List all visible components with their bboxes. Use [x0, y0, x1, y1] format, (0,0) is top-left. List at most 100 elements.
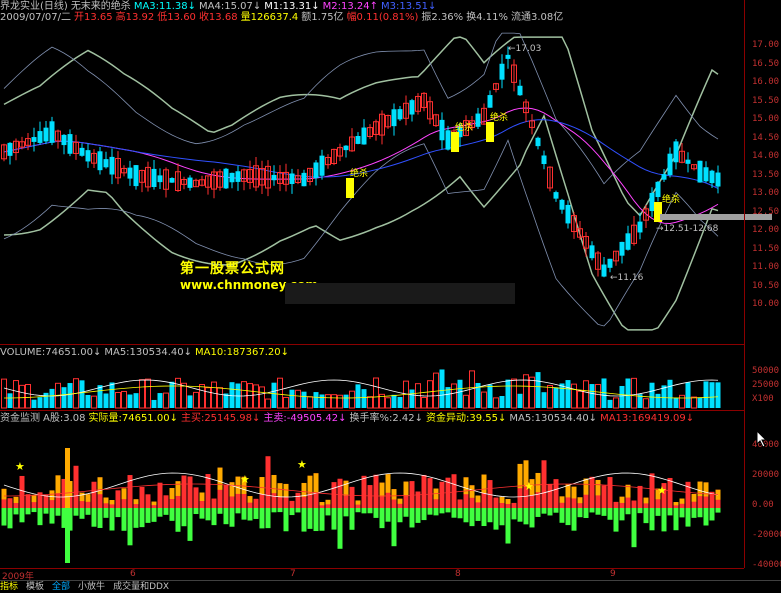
- fund-sell-bar: [583, 508, 589, 519]
- candle-down: [67, 134, 73, 154]
- volume-bar-down: [439, 369, 445, 408]
- candle-down: [343, 145, 349, 151]
- volume-bar-up: [367, 396, 373, 409]
- fund-header-item-1: A股:3.08: [43, 413, 86, 424]
- quote-item-0: 2009/07/07/二: [0, 12, 72, 23]
- volume-bar-down: [667, 379, 673, 408]
- volume-bar-up: [217, 387, 223, 409]
- fund-sell-bar: [523, 508, 529, 525]
- volume-bar-down: [715, 382, 721, 408]
- fund-sell-bar: [253, 508, 259, 519]
- fund-inflow-bar: [55, 475, 61, 494]
- fund-inflow-bar: [469, 485, 475, 498]
- fund-buy-bar: [181, 475, 187, 508]
- candle-down: [709, 170, 715, 184]
- candle-down: [397, 109, 403, 120]
- price-axis-tick: 16.00: [752, 77, 780, 87]
- volume-bar-up: [295, 389, 301, 409]
- fund-inflow-bar: [325, 499, 331, 505]
- fund-sell-bar: [277, 508, 283, 513]
- volume-bar-down: [37, 397, 43, 408]
- fund-buy-bar: [19, 475, 25, 508]
- fund-sell-bar: [481, 508, 487, 527]
- fund-sell-bar: [529, 508, 535, 528]
- volume-bar-up: [1, 378, 7, 409]
- price-axis-tick: 15.00: [752, 114, 780, 124]
- fund-inflow-bar: [133, 499, 139, 505]
- fund-buy-bar: [547, 483, 553, 508]
- fund-sell-bar: [697, 508, 703, 518]
- volume-bar-down: [649, 382, 655, 408]
- volume-bar-up: [325, 394, 331, 409]
- candle-down: [109, 156, 115, 175]
- fund-buy-bar: [361, 475, 367, 508]
- date-axis-tick: 7: [290, 569, 296, 579]
- fund-buy-bar: [295, 492, 301, 508]
- volume-bar-up: [547, 385, 553, 409]
- tab-模板[interactable]: 模板: [26, 582, 44, 592]
- volume-bar-down: [289, 389, 295, 408]
- candle-down: [637, 221, 643, 233]
- main-header-item-0: 界龙实业(日线): [0, 1, 68, 12]
- volume-bar-down: [103, 393, 109, 408]
- candle-down: [49, 121, 55, 143]
- candle-down: [589, 245, 595, 259]
- candle-down: [37, 131, 43, 143]
- candle-down: [361, 127, 367, 145]
- fund-inflow-bar: [463, 477, 469, 495]
- volume-header: VOLUME:74651.00↓ MA5:130534.40↓ MA10:18736…: [0, 347, 292, 358]
- candle-down: [187, 177, 193, 188]
- fund-buy-bar: [589, 476, 595, 508]
- fund-buy-bar: [649, 473, 655, 508]
- fund-buy-bar: [439, 481, 445, 508]
- fund-buy-bar: [607, 477, 613, 508]
- volume-bar-down: [61, 387, 67, 408]
- candle-down: [565, 204, 571, 224]
- volume-bar-down: [607, 399, 613, 408]
- fund-sell-bar: [91, 508, 97, 527]
- fund-inflow-bar: [583, 478, 589, 495]
- signal-label: 绝杀: [490, 111, 508, 123]
- volume-bar-up: [421, 396, 427, 409]
- fund-sell-bar: [511, 508, 517, 520]
- candle-down: [103, 159, 109, 168]
- fund-buy-bar: [25, 494, 31, 508]
- volume-bar-down: [127, 394, 133, 408]
- tab-成交量和DDX[interactable]: 成交量和DDX: [113, 582, 169, 592]
- candle-down: [499, 63, 505, 80]
- candle-down: [229, 172, 235, 183]
- tab-指标[interactable]: 指标: [0, 582, 18, 592]
- volume-bar-up: [277, 377, 283, 409]
- fund-sell-bar: [19, 508, 25, 523]
- volume-header-item-2: MA10:187367.20↓: [195, 347, 290, 358]
- volume-bar-down: [487, 384, 493, 408]
- volume-bar-down: [541, 392, 547, 408]
- quote-item-5: 量126637.4: [240, 12, 299, 23]
- fund-sell-bar: [301, 508, 307, 532]
- volume-bar-up: [577, 390, 583, 409]
- candle-down: [409, 100, 415, 115]
- candle-down: [7, 142, 13, 156]
- fund-inflow-bar: [643, 497, 649, 504]
- candle-down: [673, 141, 679, 163]
- tab-小放牛[interactable]: 小放牛: [78, 582, 105, 592]
- mouse-cursor-icon: [756, 429, 768, 451]
- fund-sell-bar: [265, 508, 271, 529]
- fund-inflow-bar: [13, 496, 19, 504]
- candle-down: [517, 85, 523, 96]
- volume-bar-down: [79, 380, 85, 408]
- fund-buy-bar: [157, 482, 163, 508]
- fund-sell-bar: [157, 508, 163, 517]
- volume-header-item-1: MA5:130534.40↓: [104, 347, 192, 358]
- volume-bar-up: [349, 390, 355, 409]
- volume-bar-up: [145, 378, 151, 409]
- candle-down: [169, 178, 175, 183]
- volume-bar-up: [493, 397, 499, 409]
- volume-bar-up: [595, 383, 601, 409]
- tab-全部[interactable]: 全部: [52, 582, 70, 592]
- fund-buy-bar: [253, 498, 259, 508]
- volume-axis-tick: X100: [752, 394, 774, 404]
- candle-down: [715, 172, 721, 187]
- fund-sell-bar: [655, 508, 661, 516]
- fund-buy-bar: [667, 477, 673, 508]
